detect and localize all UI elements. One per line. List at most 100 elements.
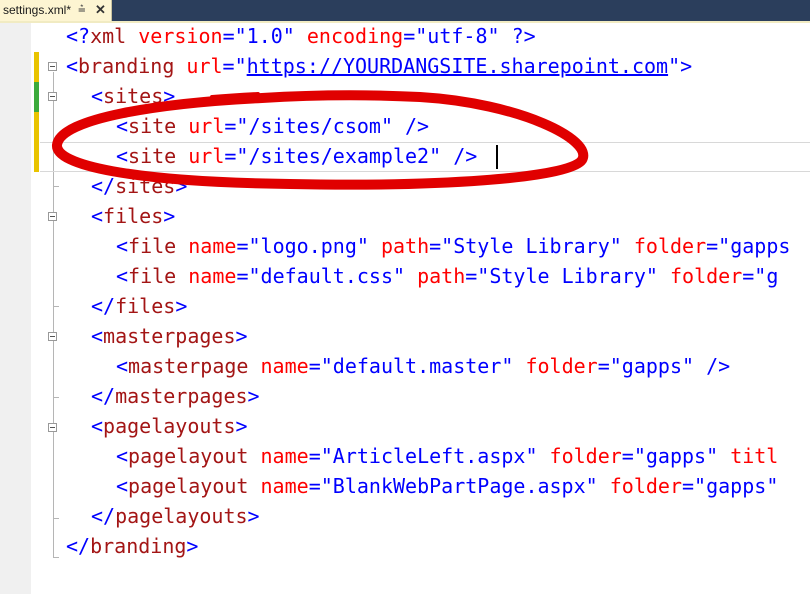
outline-end: [53, 397, 59, 398]
xml-attribute-name: path: [380, 234, 430, 258]
xml-punctuation: =": [682, 474, 707, 498]
xml-punctuation: =": [236, 234, 261, 258]
xml-attribute-name: folder: [525, 354, 598, 378]
code-line: </files>: [91, 291, 187, 321]
xml-attribute-value: BlankWebPartPage.aspx: [332, 474, 586, 498]
xml-punctuation: <: [116, 144, 129, 168]
xml-punctuation: >: [175, 174, 188, 198]
xml-punctuation: ": [766, 474, 779, 498]
xml-tag-name: xml: [90, 24, 127, 48]
collapse-masterpages-icon[interactable]: [48, 332, 57, 341]
xml-attribute-name: path: [417, 264, 466, 288]
xml-attribute-name: folder: [549, 444, 622, 468]
xml-tag-name: masterpages: [103, 324, 236, 348]
outline-end: [53, 186, 59, 187]
xml-tag-name: masterpages: [115, 384, 248, 408]
xml-attribute-name: titl: [730, 444, 779, 468]
collapse-branding-icon[interactable]: [48, 62, 57, 71]
xml-punctuation: =": [236, 264, 261, 288]
code-line: <pagelayouts>: [91, 411, 248, 441]
editor-gutter: [0, 23, 31, 594]
xml-attribute-value: g: [766, 264, 779, 288]
xml-punctuation: ": [356, 234, 369, 258]
xml-attribute-name: url: [188, 114, 225, 138]
xml-punctuation: ?>: [511, 24, 536, 48]
xml-punctuation: </: [66, 534, 91, 558]
xml-tag-name: file: [128, 264, 177, 288]
xml-attribute-value: Style Library: [453, 234, 610, 258]
xml-attribute-name: version: [138, 24, 223, 48]
xml-tag-name: pagelayout: [128, 444, 249, 468]
xml-punctuation: </: [91, 384, 116, 408]
xml-punctuation: >: [235, 414, 248, 438]
xml-attribute-value: gapps: [706, 474, 767, 498]
xml-punctuation: ": [525, 444, 538, 468]
xml-tag-name: pagelayout: [128, 474, 249, 498]
xml-punctuation: <: [116, 354, 129, 378]
code-line: <site url="/sites/example2" />: [116, 141, 477, 171]
code-line: <pagelayout name="ArticleLeft.aspx" fold…: [116, 441, 778, 471]
code-line: </branding>: [66, 531, 198, 561]
xml-punctuation: =": [742, 264, 767, 288]
collapse-files-icon[interactable]: [48, 212, 57, 221]
outline-end: [53, 518, 59, 519]
code-line: <site url="/sites/csom" />: [116, 111, 429, 141]
xml-attribute-value: utf-8: [427, 24, 488, 48]
xml-punctuation: ": [487, 24, 500, 48]
url-link[interactable]: https://YOURDANGSITE.sharepoint.com: [247, 54, 668, 78]
xml-tag-name: files: [115, 294, 176, 318]
xml-tag-name: pagelayouts: [103, 414, 236, 438]
outline-end: [53, 306, 59, 307]
collapse-sites-icon[interactable]: [48, 92, 57, 101]
xml-punctuation: >: [247, 384, 260, 408]
xml-punctuation: <: [116, 444, 129, 468]
xml-punctuation: ": [282, 24, 295, 48]
xml-tag-name: pagelayouts: [115, 504, 248, 528]
pin-icon[interactable]: ⩮: [78, 1, 86, 17]
xml-attribute-name: name: [188, 234, 237, 258]
xml-attribute-name: name: [260, 444, 309, 468]
collapse-pagelayouts-icon[interactable]: [48, 423, 57, 432]
change-marker-unsaved: [34, 82, 39, 112]
xml-tag-name: site: [128, 144, 177, 168]
code-line: <masterpages>: [91, 321, 248, 351]
xml-attribute-name: encoding: [306, 24, 404, 48]
xml-tag-name: branding: [90, 534, 187, 558]
xml-punctuation: =": [621, 444, 646, 468]
xml-punctuation: " />: [682, 354, 731, 378]
xml-punctuation: =": [308, 354, 333, 378]
xml-punctuation: >: [186, 534, 199, 558]
outline-end: [53, 557, 59, 558]
xml-punctuation: ": [645, 264, 658, 288]
xml-punctuation: >: [247, 504, 260, 528]
xml-punctuation: =": [222, 24, 247, 48]
code-line: <branding url="https://YOURDANGSITE.shar…: [66, 51, 692, 81]
xml-attribute-name: name: [260, 354, 309, 378]
xml-punctuation: <: [116, 264, 129, 288]
code-line: <file name="logo.png" path="Style Librar…: [116, 231, 790, 261]
xml-punctuation: =": [308, 474, 333, 498]
xml-punctuation: ": [585, 474, 598, 498]
tab-label: settings.xml*: [3, 3, 72, 17]
change-marker-saved: [34, 112, 39, 172]
xml-punctuation: </: [91, 174, 116, 198]
xml-attribute-value: gapps: [645, 444, 707, 468]
xml-punctuation: ": [706, 444, 719, 468]
tab-settings-xml[interactable]: settings.xml* ⩮ ✕: [0, 0, 112, 21]
xml-attribute-name: name: [260, 474, 309, 498]
xml-punctuation: <: [116, 474, 129, 498]
close-icon[interactable]: ✕: [95, 2, 106, 18]
xml-tag-name: file: [128, 234, 177, 258]
xml-attribute-name: url: [188, 144, 225, 168]
code-line: <pagelayout name="BlankWebPartPage.aspx"…: [116, 471, 778, 501]
